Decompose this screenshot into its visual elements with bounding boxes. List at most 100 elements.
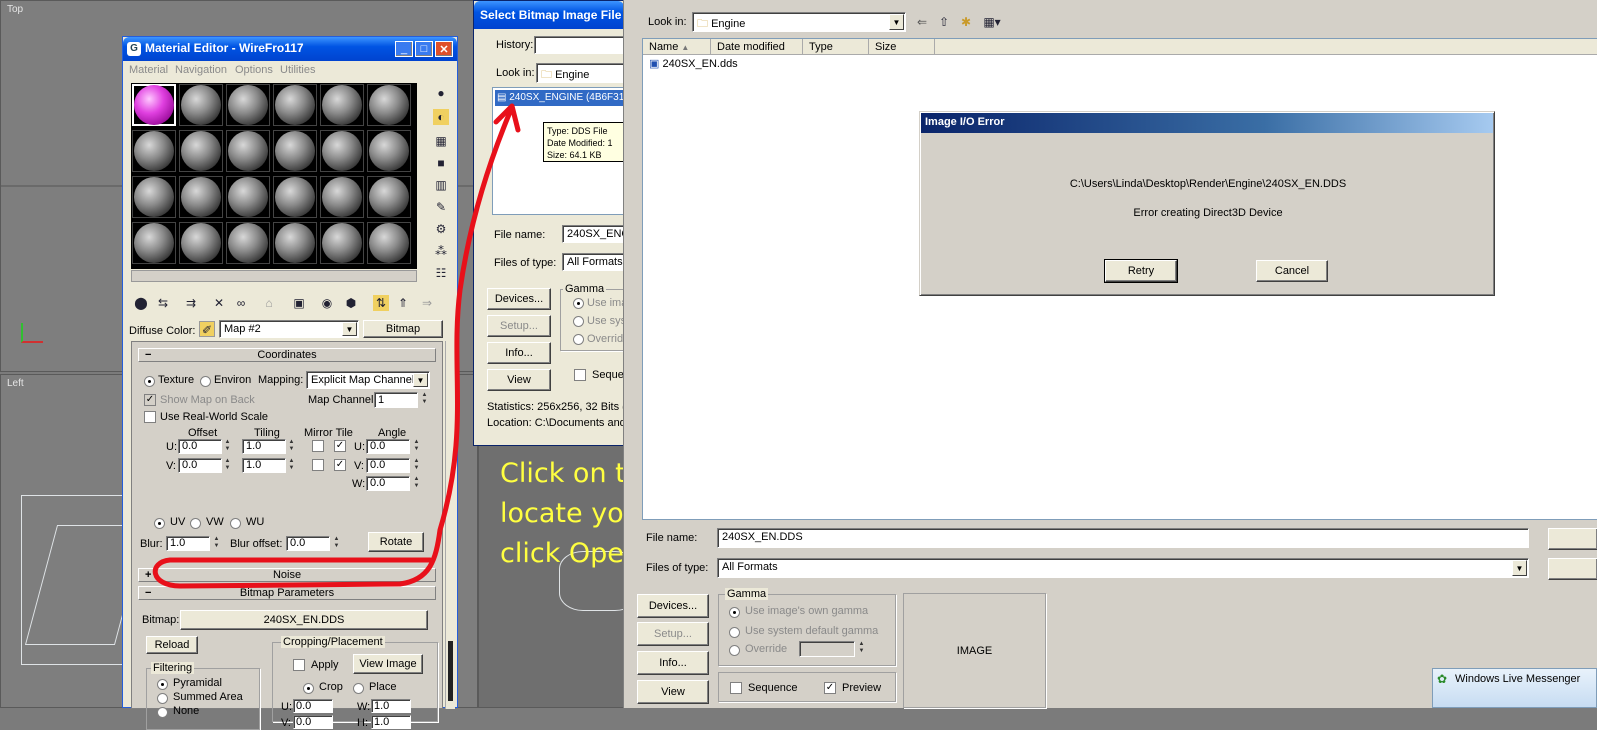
override-gamma-field[interactable] [799, 641, 855, 657]
look-in-select-large[interactable]: 🗀 Engine ▼ [692, 12, 906, 32]
gamma-title-large: Gamma [725, 588, 769, 600]
error-message: Error creating Direct3D Device [1133, 207, 1283, 219]
sample-type-icon[interactable]: ● [433, 85, 449, 101]
menu-options[interactable]: Options [235, 64, 273, 76]
h-crop-field[interactable]: 1.0 [371, 715, 411, 729]
minimize-button[interactable]: _ [395, 41, 413, 57]
column-size-label: Size [875, 41, 897, 53]
info-button-large[interactable]: Info... [637, 651, 709, 675]
reload-button[interactable]: Reload [146, 636, 198, 654]
image-io-error-dialog: Image I/O Error C:\Users\Linda\Desktop\R… [919, 111, 1495, 296]
column-size[interactable]: Size [869, 39, 935, 55]
sequence-label-small: Seque [592, 369, 624, 381]
dds-file-icon: ▣ [649, 58, 660, 70]
place-radio[interactable] [353, 683, 364, 694]
column-name-label: Name [649, 41, 679, 53]
v-crop-field[interactable]: 0.0 [293, 715, 333, 729]
chevron-down-icon[interactable]: ▼ [1512, 560, 1527, 576]
annotation-arrow [152, 103, 521, 589]
back-icon[interactable]: ⇐ [914, 14, 930, 30]
retry-button[interactable]: Retry [1104, 259, 1178, 283]
menu-navigation[interactable]: Navigation [175, 64, 227, 76]
image-preview-label: IMAGE [956, 644, 993, 657]
look-in-select-small[interactable]: 🗀 Engine [536, 63, 626, 83]
select-bitmap-small-titlebar[interactable]: Select Bitmap Image File [474, 1, 624, 29]
files-type-select-small[interactable]: All Formats [562, 253, 626, 271]
w-crop-label: W: [357, 701, 371, 713]
use-image-gamma-label: Use image's own gamma [745, 605, 869, 617]
view-menu-icon[interactable]: ▦▾ [980, 14, 1004, 30]
filtering-group: Filtering Pyramidal Summed Area None [146, 662, 260, 730]
close-button[interactable]: ✕ [435, 41, 453, 57]
crop-label: Crop [319, 681, 343, 693]
folder-icon: 🗀 [541, 69, 552, 81]
file-row[interactable]: ▣ 240SX_EN.dds [649, 57, 738, 71]
h-crop-label: H: [357, 717, 368, 729]
history-select[interactable] [534, 36, 626, 54]
cancel-button[interactable]: Cancel [1256, 260, 1328, 282]
none-radio[interactable] [157, 707, 168, 718]
use-system-gamma-radio-small[interactable] [573, 316, 584, 327]
error-dialog-title: Image I/O Error [925, 116, 1005, 128]
new-folder-icon[interactable]: ✱ [958, 14, 974, 30]
sequence-checkbox-small[interactable] [574, 369, 586, 381]
tooltip-size: Size: 64.1 KB [547, 150, 602, 160]
cropping-group: Cropping/Placement Apply View Image Crop… [272, 636, 438, 729]
cancel-button-partial[interactable] [1548, 558, 1597, 580]
menu-utilities[interactable]: Utilities [280, 64, 315, 76]
gamma-title-small: Gamma [563, 283, 607, 295]
use-system-gamma-label: Use system default gamma [745, 625, 879, 637]
crop-radio[interactable] [303, 683, 314, 694]
up-folder-icon[interactable]: ⇧ [936, 14, 952, 30]
use-image-gamma-radio-small[interactable] [573, 298, 584, 309]
column-type-label: Type [809, 41, 833, 53]
setup-button-large[interactable]: Setup... [637, 622, 709, 646]
menu-material[interactable]: Material [129, 64, 168, 76]
column-name[interactable]: Name ▲ [643, 39, 711, 55]
history-label: History: [496, 39, 534, 51]
devices-button-large[interactable]: Devices... [637, 594, 709, 618]
override-gamma-radio[interactable] [729, 645, 740, 656]
column-type[interactable]: Type [803, 39, 869, 55]
look-in-label-large: Look in: [648, 16, 687, 28]
file-name-field-small[interactable]: 240SX_ENG [562, 225, 626, 243]
column-date-modified[interactable]: Date modified [711, 39, 803, 55]
view-button-large[interactable]: View [637, 680, 709, 704]
tooltip-type: Type: DDS File [547, 126, 608, 136]
select-bitmap-small-title: Select Bitmap Image File [480, 8, 622, 22]
w-crop-field[interactable]: 1.0 [371, 699, 411, 713]
menu-bar: Material Navigation Options Utilities [123, 61, 457, 79]
open-button-partial[interactable] [1548, 528, 1597, 550]
override-gamma-radio-small[interactable] [573, 334, 584, 345]
pyramidal-radio[interactable] [157, 679, 168, 690]
summed-area-radio[interactable] [157, 693, 168, 704]
chevron-down-icon[interactable]: ▼ [889, 14, 904, 30]
tooltip-date: Date Modified: 1 [547, 138, 613, 148]
files-type-select-large[interactable]: All Formats ▼ [717, 558, 1529, 578]
gamma-group-large: Gamma Use image's own gamma Use system d… [718, 588, 896, 666]
u-crop-field[interactable]: 0.0 [293, 699, 333, 713]
view-image-button[interactable]: View Image [353, 654, 423, 674]
apply-checkbox[interactable] [293, 659, 305, 671]
messenger-label: Windows Live Messenger [1455, 673, 1581, 685]
top-viewport-label: Top [7, 4, 24, 15]
messenger-notification[interactable]: ✿ Windows Live Messenger [1432, 668, 1597, 708]
file-name-field-large[interactable]: 240SX_EN.DDS [717, 528, 1529, 548]
filtering-title: Filtering [151, 662, 195, 674]
use-system-gamma-radio[interactable] [729, 627, 740, 638]
gamma-group-small: Gamma Use ima Use sys Overrid [560, 283, 627, 351]
error-dialog-titlebar[interactable]: Image I/O Error [921, 113, 1493, 133]
file-tooltip: Type: DDS File Date Modified: 1 Size: 64… [543, 122, 627, 162]
override-gamma-spinner[interactable]: ▲ ▼ [857, 641, 866, 656]
look-in-value-small: Engine [555, 69, 590, 81]
folder-icon: 🗀 [697, 18, 708, 30]
image-preview-box: IMAGE [903, 593, 1046, 708]
maximize-button[interactable]: □ [415, 41, 433, 57]
cropping-title: Cropping/Placement [281, 636, 385, 648]
file-row-name: 240SX_EN.dds [662, 58, 738, 70]
material-editor-title: Material Editor - WireFro117 [145, 41, 304, 55]
u-crop-label: U: [281, 701, 292, 713]
use-image-gamma-radio[interactable] [729, 607, 740, 618]
file-list-header: Name ▲ Date modified Type Size [643, 39, 1597, 55]
error-path: C:\Users\Linda\Desktop\Render\Engine\240… [1069, 178, 1347, 190]
